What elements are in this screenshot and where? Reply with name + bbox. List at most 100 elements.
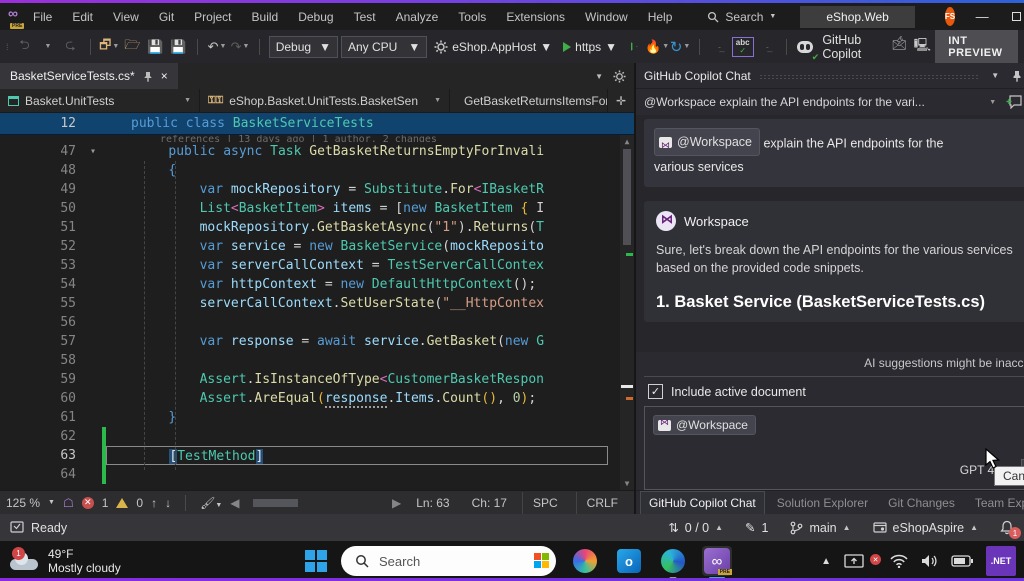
code-line[interactable]: 53var serverCallContext = TestServerCall… <box>0 256 634 275</box>
branch-selector[interactable]: main▲ <box>790 521 850 535</box>
warning-count[interactable]: 0 <box>136 496 143 510</box>
tab-github-copilot-chat[interactable]: GitHub Copilot Chat <box>640 491 765 514</box>
wifi-icon[interactable] <box>890 554 908 568</box>
pin-icon[interactable] <box>143 71 153 82</box>
int-preview-badge[interactable]: INT PREVIEW <box>935 30 1018 64</box>
zoom-control[interactable]: 125 %▼ <box>6 496 55 510</box>
tab-list-dropdown-icon[interactable]: ▼ <box>595 72 603 81</box>
spell-checker-toggle[interactable]: abc✓ <box>732 37 754 57</box>
pin-icon[interactable] <box>1012 70 1024 82</box>
input-workspace-chip[interactable]: @Workspace <box>653 415 756 435</box>
code-line[interactable]: 54var httpContext = new DefaultHttpConte… <box>0 275 634 294</box>
hot-reload-icon[interactable]: 🔥▼ <box>647 35 667 59</box>
redo-icon[interactable]: ↷▼ <box>230 35 250 59</box>
error-count[interactable]: 1 <box>102 496 109 510</box>
menu-file[interactable]: File <box>24 6 61 28</box>
menu-test[interactable]: Test <box>345 6 385 28</box>
code-line[interactable]: 47▾public async Task GetBasketReturnsEmp… <box>0 142 634 161</box>
menu-view[interactable]: View <box>104 6 148 28</box>
code-line[interactable]: 62 <box>0 427 634 446</box>
tray-overflow-chevron[interactable]: ▲ <box>821 556 831 567</box>
code-line[interactable]: 48{ <box>0 161 634 180</box>
chevron-down-icon[interactable]: ▼ <box>38 35 58 59</box>
menu-analyze[interactable]: Analyze <box>387 6 448 28</box>
dotnet-badge-icon[interactable]: .NET <box>986 546 1016 576</box>
taskbar-copilot-icon[interactable] <box>570 546 600 576</box>
drag-handle[interactable] <box>759 74 978 80</box>
chat-history-dropdown[interactable]: @Workspace explain the API endpoints for… <box>644 95 996 109</box>
code-line[interactable]: 61} <box>0 408 634 427</box>
menu-edit[interactable]: Edit <box>63 6 102 28</box>
code-line[interactable]: 63[TestMethod] <box>0 446 634 465</box>
tab-team-explorer[interactable]: Team Explorer <box>967 492 1024 514</box>
tab-solution-explorer[interactable]: Solution Explorer <box>769 492 876 514</box>
code-line[interactable]: 57var response = await service.GetBasket… <box>0 332 634 351</box>
line-indicator[interactable]: Ln: 63 <box>409 496 456 510</box>
fold-chevron-icon[interactable]: ▾ <box>84 142 102 161</box>
menu-build[interactable]: Build <box>243 6 288 28</box>
navigate-back-icon[interactable]: ⮌ <box>15 35 35 59</box>
code-line[interactable]: 56 <box>0 313 634 332</box>
code-line[interactable]: 50List<BasketItem> items = [new BasketIt… <box>0 199 634 218</box>
column-indicator[interactable]: Ch: 17 <box>465 496 514 510</box>
close-tab-icon[interactable]: × <box>161 69 168 83</box>
solution-configuration-dropdown[interactable]: Debug▼ <box>269 36 338 58</box>
scrollbar-thumb[interactable] <box>623 149 631 245</box>
github-copilot-icon[interactable]: ✔ <box>795 35 815 59</box>
code-line[interactable]: 51mockRepository.GetBasketAsync("1").Ret… <box>0 218 634 237</box>
open-folder-icon[interactable]: 🗁 <box>122 35 142 59</box>
include-active-document-row[interactable]: ✓ Include active document <box>644 377 1024 406</box>
menu-tools[interactable]: Tools <box>449 6 495 28</box>
horizontal-scrollbar[interactable]: ◀ ▶ <box>230 498 401 508</box>
tab-options-gear-icon[interactable] <box>613 70 626 83</box>
intellisense-icon[interactable]: ☖ <box>63 496 74 510</box>
code-line[interactable]: 55serverCallContext.SetUserState("__Http… <box>0 294 634 313</box>
solution-platform-dropdown[interactable]: Any CPU▼ <box>341 36 427 58</box>
pending-changes-button[interactable]: ✎1 <box>745 520 768 535</box>
code-line[interactable]: 60Assert.AreEqual(response.Items.Count()… <box>0 389 634 408</box>
chat-input[interactable]: @Workspace GPT 4o ▼ × <box>644 406 1024 490</box>
speaker-icon[interactable] <box>921 554 938 568</box>
sync-commits-button[interactable]: ⇅0 / 0▲ <box>668 520 723 535</box>
scroll-right-icon[interactable]: ▶ <box>392 496 401 510</box>
navigate-forward-icon[interactable]: ⮎ <box>61 35 81 59</box>
scroll-down-icon[interactable]: ▼ <box>620 479 634 488</box>
menu-debug[interactable]: Debug <box>289 6 342 28</box>
start-button[interactable] <box>305 550 327 572</box>
next-issue-icon[interactable]: ↓ <box>165 496 171 510</box>
window-position-dropdown-icon[interactable]: ▼ <box>986 71 1004 80</box>
background-tasks-icon[interactable] <box>10 521 25 534</box>
repository-selector[interactable]: eShopAspire▲ <box>873 521 979 535</box>
toolbar-grip[interactable]: ⁞ <box>6 42 8 52</box>
sticky-scroll-line[interactable]: 12 public class BasketServiceTests <box>0 113 634 135</box>
menu-window[interactable]: Window <box>576 6 637 28</box>
start-without-debugging-icon[interactable] <box>624 35 644 59</box>
editor-vertical-scrollbar[interactable]: ▲ ▼ <box>620 135 634 490</box>
include-active-document-checkbox[interactable]: ✓ <box>648 384 663 399</box>
space-mode-indicator[interactable]: SPC <box>522 492 568 514</box>
menu-extensions[interactable]: Extensions <box>497 6 574 28</box>
prev-issue-icon[interactable]: ↑ <box>151 496 157 510</box>
split-window-icon[interactable]: ✛ <box>608 94 634 108</box>
new-chat-icon[interactable] <box>1006 95 1024 109</box>
taskbar-outlook-icon[interactable]: o <box>614 546 644 576</box>
save-icon[interactable]: 💾 <box>145 35 165 59</box>
minimize-button[interactable]: — <box>965 5 999 29</box>
notifications-button[interactable]: 1 <box>1000 520 1014 535</box>
menu-project[interactable]: Project <box>185 6 240 28</box>
breadcrumb-member[interactable]: GetBasketReturnsItemsForValidUs▼ <box>450 89 608 112</box>
share-icon[interactable]: 🖄 <box>889 35 909 59</box>
codelens-info[interactable]: references | 13 days ago | 1 author, 2 c… <box>0 135 634 142</box>
user-message[interactable]: @Workspace explain the API endpoints for… <box>644 119 1024 187</box>
line-ending-indicator[interactable]: CRLF <box>576 492 628 514</box>
new-project-icon[interactable]: 🗗▼ <box>99 35 119 59</box>
save-all-icon[interactable]: 💾 <box>168 35 188 59</box>
panel-title-bar[interactable]: GitHub Copilot Chat ▼ × <box>636 63 1024 89</box>
taskbar-edge-icon[interactable] <box>658 546 688 576</box>
scroll-left-icon[interactable]: ◀ <box>230 496 239 510</box>
menu-help[interactable]: Help <box>639 6 682 28</box>
weather-widget[interactable]: 1 49°F Mostly cloudy <box>10 547 121 575</box>
live-share-icon[interactable]: 🖳 <box>912 35 932 59</box>
tab-git-changes[interactable]: Git Changes <box>880 492 963 514</box>
indent-icon[interactable]: ·· ̲ <box>709 35 729 59</box>
